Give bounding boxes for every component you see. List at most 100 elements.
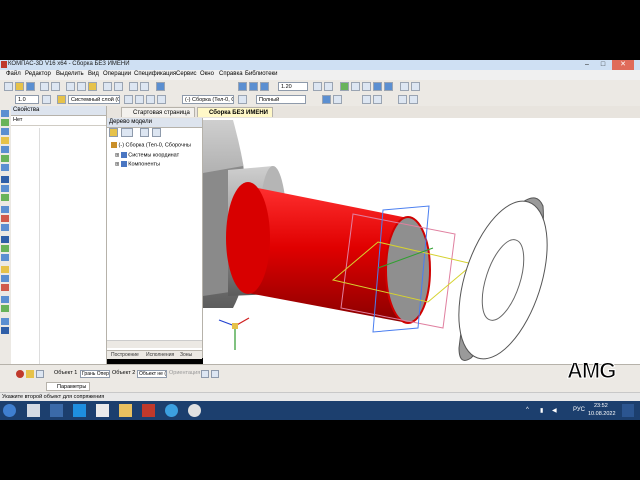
menu-window[interactable]: Окно	[200, 71, 214, 77]
menu-help[interactable]: Справка	[219, 71, 243, 77]
new-icon[interactable]	[4, 82, 13, 91]
assembly-tools-icon[interactable]	[1, 110, 9, 117]
preview-icon[interactable]	[51, 82, 60, 91]
3d-viewport[interactable]	[203, 118, 640, 364]
check-icon[interactable]	[409, 95, 418, 104]
stop-icon[interactable]	[16, 370, 24, 378]
component-props-icon[interactable]	[333, 95, 342, 104]
language-indicator[interactable]: РУС	[573, 407, 585, 413]
measure-icon[interactable]	[398, 95, 407, 104]
clock-time[interactable]: 23:52	[594, 403, 608, 409]
tab-start-page[interactable]: Стартовая страница	[121, 107, 195, 117]
create-object-icon[interactable]	[26, 370, 34, 378]
step-icon[interactable]	[42, 95, 51, 104]
expand-icon[interactable]: ⊞	[115, 152, 119, 158]
shaded-icon[interactable]	[373, 82, 382, 91]
model-state-combo[interactable]: (-) Сборка (Тел-0, С	[182, 95, 234, 104]
undo-icon[interactable]	[129, 82, 138, 91]
menu-libraries[interactable]: Библиотеки	[245, 71, 278, 77]
filter-select-icon[interactable]	[1, 185, 9, 192]
sheet-metal-icon[interactable]	[1, 224, 9, 231]
network-icon[interactable]: ▮	[540, 407, 543, 414]
sketch-icon[interactable]	[1, 119, 9, 126]
line-width-combo[interactable]: 1.0	[15, 95, 39, 104]
electrics-icon[interactable]	[1, 245, 9, 252]
reports-icon[interactable]	[1, 206, 9, 213]
zoom-in-icon[interactable]	[238, 82, 247, 91]
rotate-icon[interactable]	[313, 82, 322, 91]
local-cs-icon[interactable]	[157, 95, 166, 104]
redo-icon[interactable]	[140, 82, 149, 91]
help-icon[interactable]	[156, 82, 165, 91]
menu-specification[interactable]: Спецификация	[134, 71, 176, 77]
cut-icon[interactable]	[66, 82, 75, 91]
aux-geometry-icon[interactable]	[1, 155, 9, 162]
manager-icon[interactable]	[114, 82, 123, 91]
view-orientation-icon[interactable]	[340, 82, 349, 91]
maximize-button[interactable]: □	[596, 60, 610, 70]
grid-icon[interactable]	[146, 95, 155, 104]
menu-operations[interactable]: Операции	[103, 71, 131, 77]
store-icon[interactable]	[96, 404, 109, 417]
layer-manager-icon[interactable]	[124, 95, 133, 104]
design-icon[interactable]	[1, 284, 9, 291]
orientation-icon[interactable]	[238, 95, 247, 104]
properties-icon[interactable]	[103, 82, 112, 91]
color-icon[interactable]	[1, 266, 9, 273]
clock-date[interactable]: 10.08.2022	[588, 411, 616, 417]
layer-combo[interactable]: Системный слой (0)	[68, 95, 120, 104]
object2-field[interactable]: Объект не (	[137, 370, 167, 378]
tray-chevron-icon[interactable]: ^	[526, 407, 529, 413]
layer-icon[interactable]	[57, 95, 66, 104]
copy-icon[interactable]	[77, 82, 86, 91]
tree-horizontal-scrollbar[interactable]	[107, 340, 202, 348]
render-icon[interactable]	[1, 275, 9, 282]
expand-icon[interactable]: ⊞	[115, 161, 119, 167]
zoom-scale-combo[interactable]: 1.20	[278, 82, 308, 91]
mates-icon[interactable]	[1, 164, 9, 171]
perspective-icon[interactable]	[400, 82, 409, 91]
measure-diag-icon[interactable]	[1, 176, 9, 183]
tree-filter-icon[interactable]	[152, 128, 161, 137]
tree-settings-icon[interactable]	[140, 128, 149, 137]
properties-filter[interactable]: Нет	[11, 116, 106, 126]
tree-mode-icon[interactable]	[109, 128, 118, 137]
file-explorer-icon[interactable]	[119, 404, 132, 417]
tree-view-icon[interactable]	[121, 128, 133, 137]
menu-file[interactable]: Файл	[6, 71, 21, 77]
object1-field[interactable]: Грань Опер	[80, 370, 110, 378]
catalog-icon[interactable]	[1, 296, 9, 303]
elements-icon[interactable]	[1, 215, 9, 222]
orientation-opposite-icon[interactable]	[211, 370, 219, 378]
metal-structures-icon[interactable]	[1, 254, 9, 261]
filter-icon[interactable]	[135, 95, 144, 104]
menu-select[interactable]: Выделить	[56, 71, 84, 77]
section-icon[interactable]	[411, 82, 420, 91]
tab-assembly[interactable]: Сборка БЕЗ ИМЕНИ	[197, 107, 273, 117]
library-icon[interactable]	[1, 305, 9, 312]
notifications-icon[interactable]	[622, 404, 634, 417]
tree-item-components[interactable]: ⊞ Компоненты	[115, 161, 160, 167]
tree-tab-zones[interactable]: Зоны	[180, 351, 192, 359]
close-button[interactable]: ✕	[612, 60, 634, 70]
search-icon[interactable]	[27, 404, 40, 417]
edge-icon[interactable]	[73, 404, 86, 417]
obs-icon[interactable]	[188, 404, 201, 417]
menu-view[interactable]: Вид	[88, 71, 99, 77]
pan-icon[interactable]	[324, 82, 333, 91]
volume-icon[interactable]: ◀	[552, 407, 557, 414]
edit-assembly-icon[interactable]	[1, 318, 9, 325]
shaded-edges-icon[interactable]	[384, 82, 393, 91]
tree-tab-construction[interactable]: Построение	[111, 351, 139, 359]
open-icon[interactable]	[15, 82, 24, 91]
kompas-icon[interactable]	[142, 404, 155, 417]
arrays-icon[interactable]	[1, 146, 9, 153]
tab-parameters[interactable]: Параметры	[46, 382, 91, 391]
print-icon[interactable]	[40, 82, 49, 91]
curves-icon[interactable]	[1, 128, 9, 135]
tree-item-assembly[interactable]: (-) Сборка (Тел-0, Сборочны	[111, 142, 191, 148]
hidden-lines-icon[interactable]	[362, 82, 371, 91]
browser-icon[interactable]	[165, 404, 178, 417]
pipeline-icon[interactable]	[1, 236, 9, 243]
paste-icon[interactable]	[88, 82, 97, 91]
